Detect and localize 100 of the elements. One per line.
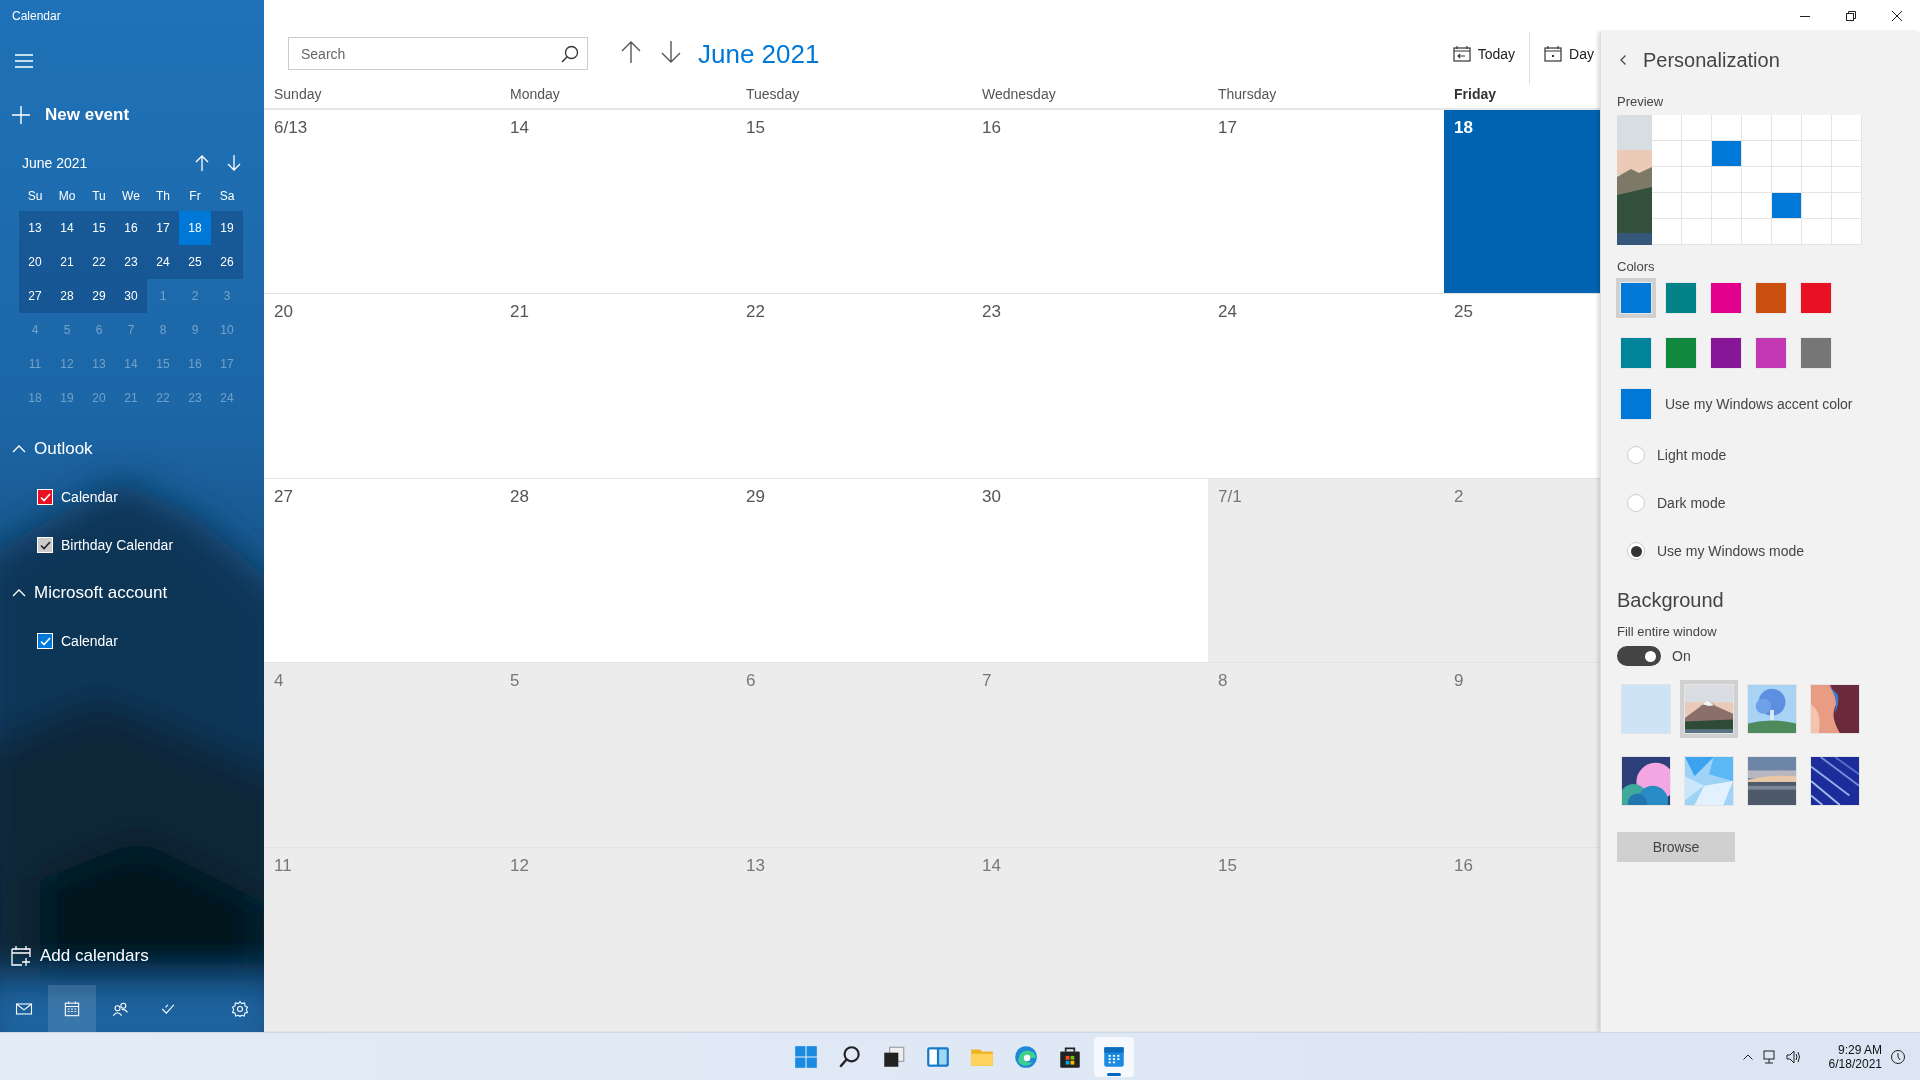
calendar-day[interactable]: 17 — [147, 211, 179, 245]
day-cell[interactable]: 6 — [736, 663, 972, 848]
day-cell[interactable]: 7/1 — [1208, 478, 1444, 664]
browser-icon[interactable] — [1013, 1044, 1039, 1070]
calendar-icon[interactable] — [1101, 1044, 1127, 1070]
new-event-button[interactable]: New event — [12, 97, 162, 133]
day-number: 24 — [1218, 302, 1237, 323]
option-label: Fill entire window — [1617, 624, 1718, 639]
network-icon[interactable] — [1760, 1048, 1777, 1065]
weekday-label: Tuesday — [745, 85, 801, 104]
calendar-day[interactable]: 24 — [147, 245, 179, 279]
color-tile[interactable] — [1621, 684, 1671, 734]
toggle-switch[interactable] — [1617, 646, 1661, 666]
calendar-day[interactable]: 21 — [51, 245, 83, 279]
day-cell[interactable]: 16 — [1444, 847, 1600, 1032]
checkbox[interactable] — [37, 489, 53, 505]
search-field[interactable]: Search — [299, 44, 561, 63]
day-cell[interactable]: 8 — [1208, 663, 1444, 848]
up-arrow-icon — [195, 155, 209, 171]
notification-icon[interactable] — [1890, 1048, 1906, 1065]
option-label: Use my Windows accent color — [1665, 396, 1853, 412]
calendar-day[interactable]: 13 — [19, 211, 51, 245]
plus-icon — [12, 106, 30, 124]
day-number: 11 — [274, 855, 292, 876]
day-number: 16 — [982, 118, 1001, 138]
calendar-day[interactable]: 30 — [115, 279, 147, 313]
chevron-up-icon[interactable] — [1742, 1053, 1753, 1060]
day-cell[interactable]: 5 — [500, 663, 736, 848]
weekday-label: We — [121, 188, 141, 205]
task-view-icon[interactable] — [881, 1044, 907, 1070]
calendar-day[interactable]: 19 — [211, 211, 243, 245]
calendar-day[interactable]: 22 — [83, 245, 115, 279]
weekday-label: Th — [155, 188, 171, 205]
day-cell[interactable]: 15 — [1208, 847, 1444, 1032]
day-number: 27 — [274, 486, 293, 507]
clock-date[interactable]: 6/18/2021 — [1828, 1056, 1882, 1071]
calendar-day[interactable]: 20 — [19, 245, 51, 279]
day-cell[interactable]: 12 — [500, 847, 736, 1032]
day-button[interactable]: Day — [1538, 38, 1600, 70]
checkbox[interactable] — [37, 633, 53, 649]
weekday-label: Mo — [57, 188, 77, 205]
calendar-name: Birthday Calendar — [61, 537, 174, 553]
day-cell[interactable]: 7 — [972, 663, 1208, 848]
radio-button[interactable] — [1627, 542, 1645, 560]
shopping-bag-icon[interactable] — [1057, 1044, 1083, 1070]
search-icon[interactable] — [837, 1044, 863, 1070]
down-arrow-icon — [661, 41, 681, 63]
clock-time[interactable]: 9:29 AM — [1837, 1042, 1882, 1057]
start-icon[interactable] — [793, 1044, 819, 1070]
day-cell[interactable]: 13 — [736, 847, 972, 1032]
account-header[interactable]: Outlook — [0, 425, 93, 473]
day-cell[interactable]: 4 — [264, 663, 500, 848]
volume-icon[interactable] — [1784, 1048, 1801, 1065]
day-number: 22 — [746, 302, 765, 323]
calendar-day[interactable]: 28 — [51, 279, 83, 313]
day-cell[interactable]: 2 — [1444, 478, 1600, 664]
weekday-label: Fr — [188, 188, 202, 205]
calendar-icon — [1544, 46, 1563, 62]
section-label: Preview — [1617, 94, 1665, 109]
color-swatch[interactable] — [1616, 278, 1656, 318]
day-number: 12 — [510, 855, 529, 876]
calendar-day[interactable]: 26 — [211, 245, 243, 279]
widgets-icon[interactable] — [925, 1044, 951, 1070]
day-number: 17 — [1218, 118, 1237, 138]
calendar-day[interactable]: 15 — [83, 211, 115, 245]
calendar-day[interactable]: 29 — [83, 279, 115, 313]
option-label: Light mode — [1657, 447, 1727, 463]
day-number: 25 — [1454, 302, 1473, 323]
today-button[interactable]: Today — [1446, 38, 1522, 70]
month-title: June 2021 — [698, 38, 820, 71]
day-number: 7/1 — [1218, 486, 1242, 507]
day-number: 6/13 — [274, 118, 308, 138]
day-cell[interactable]: 11 — [264, 847, 500, 1032]
add-calendars-button[interactable]: Add calendars — [0, 939, 170, 973]
calendar-nav-button[interactable] — [48, 985, 96, 1032]
accent-color-swatch[interactable] — [1620, 388, 1652, 420]
day-cell[interactable]: 18 — [1444, 110, 1600, 295]
day-cell[interactable]: 14 — [972, 847, 1208, 1032]
calendar-day[interactable]: 16 — [115, 211, 147, 245]
calendar-day[interactable]: 23 — [115, 245, 147, 279]
section-label: Colors — [1617, 259, 1656, 274]
calendar-day[interactable]: 18 — [179, 211, 211, 245]
checkbox[interactable] — [37, 537, 53, 553]
calendar-day[interactable]: 25 — [179, 245, 211, 279]
calendar-add-icon — [11, 946, 31, 966]
day-cell[interactable]: 9 — [1444, 663, 1600, 848]
radio-button[interactable] — [1627, 446, 1645, 464]
radio-button[interactable] — [1627, 494, 1645, 512]
day-number: 29 — [746, 486, 765, 507]
search-box[interactable]: Search — [288, 37, 588, 70]
panel-title: Personalization — [1643, 48, 1780, 72]
browse-button[interactable]: Browse — [1617, 832, 1735, 862]
calendar-day[interactable]: 27 — [19, 279, 51, 313]
calendar-day[interactable]: 14 — [51, 211, 83, 245]
weekday-label: Tu — [91, 188, 107, 205]
account-header[interactable]: Microsoft account — [0, 569, 168, 617]
toggle-label: On — [1672, 648, 1691, 664]
down-arrow-icon — [227, 155, 241, 171]
day-number: 14 — [510, 118, 529, 138]
day-number: 15 — [1218, 855, 1237, 876]
